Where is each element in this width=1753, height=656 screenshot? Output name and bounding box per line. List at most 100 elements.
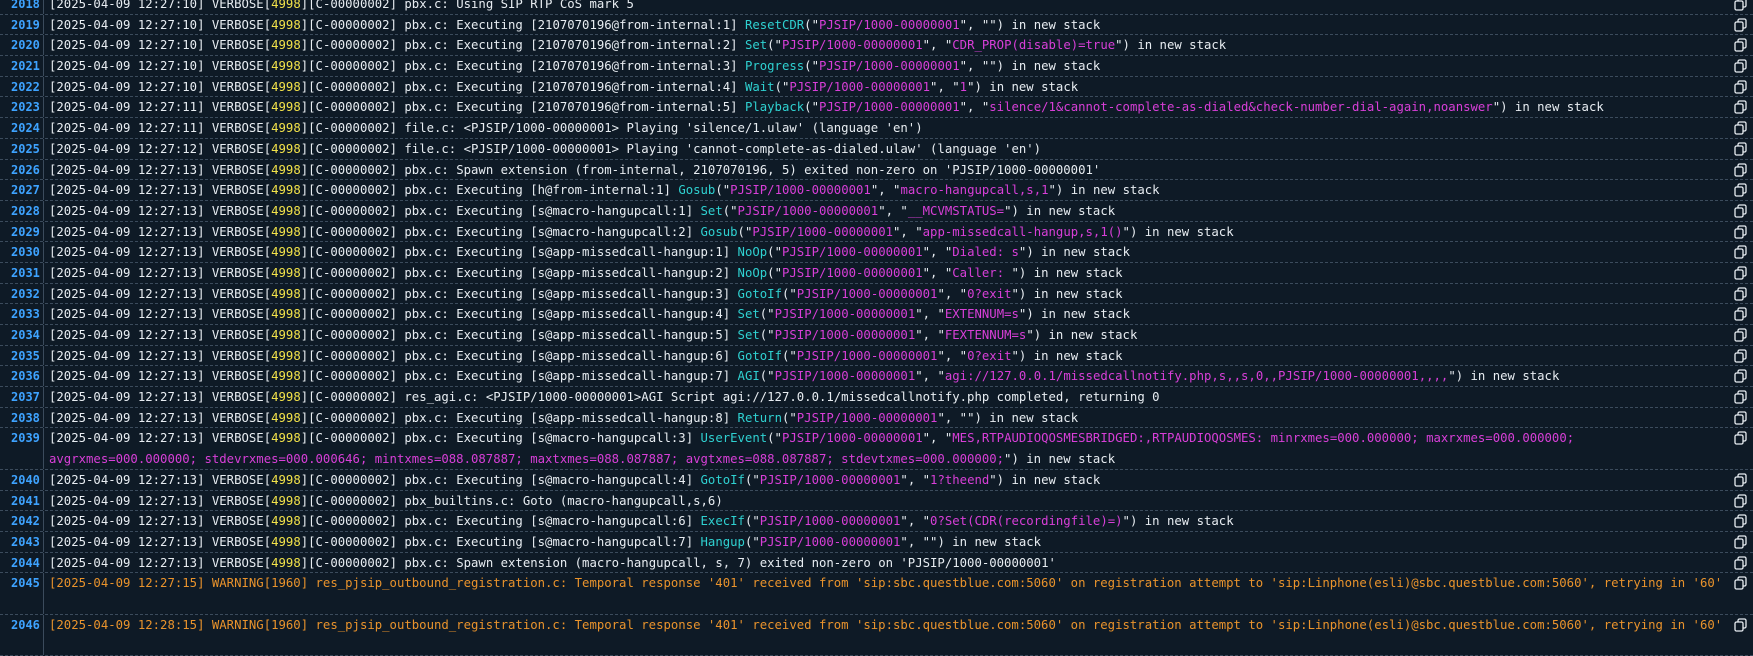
copy-icon[interactable] — [1734, 349, 1747, 363]
copy-icon[interactable] — [1734, 431, 1747, 446]
copy-icon[interactable] — [1734, 493, 1747, 508]
copy-icon[interactable] — [1734, 411, 1747, 425]
copy-button[interactable] — [1725, 470, 1753, 490]
copy-icon[interactable] — [1734, 245, 1747, 259]
line-number: 2038 — [0, 407, 44, 428]
log-pid: 4998 — [271, 0, 301, 11]
log-text: ][C-00000002] pbx.c: Executing [s@app-mi… — [300, 369, 738, 384]
copy-button[interactable] — [1725, 532, 1753, 552]
log-pid: 4998 — [271, 38, 301, 53]
copy-button[interactable] — [1725, 366, 1753, 386]
log-text: ][C-00000002] pbx.c: Executing [21070701… — [300, 79, 745, 94]
copy-button[interactable] — [1725, 408, 1753, 428]
copy-icon[interactable] — [1734, 535, 1747, 549]
copy-icon[interactable] — [1734, 18, 1747, 32]
copy-button[interactable] — [1725, 118, 1753, 138]
copy-icon[interactable] — [1734, 0, 1747, 11]
copy-button[interactable] — [1725, 97, 1753, 117]
log-argument: PJSIP/1000-00000001 — [759, 472, 901, 487]
copy-icon[interactable] — [1734, 224, 1747, 239]
log-argument: PJSIP/1000-00000001 — [759, 514, 901, 529]
log-text: ", "") in new stack — [937, 410, 1079, 425]
copy-icon[interactable] — [1734, 266, 1747, 280]
log-text: ", "") in new stack — [900, 534, 1042, 549]
copy-button[interactable] — [1725, 222, 1753, 242]
log-text: [2025-04-09 12:27:13] VERBOSE[ — [49, 431, 272, 446]
copy-icon[interactable] — [1734, 618, 1747, 632]
copy-button[interactable] — [1725, 139, 1753, 159]
copy-icon[interactable] — [1734, 121, 1747, 135]
copy-button[interactable] — [1725, 77, 1753, 97]
copy-button[interactable] — [1725, 35, 1753, 55]
copy-icon[interactable] — [1734, 307, 1747, 321]
log-argument: 0?exit — [967, 286, 1012, 301]
copy-button[interactable] — [1725, 511, 1753, 531]
log-argument: PJSIP/1000-00000001 — [737, 203, 879, 218]
copy-button[interactable] — [1725, 491, 1753, 511]
copy-button[interactable] — [1725, 553, 1753, 573]
copy-icon[interactable] — [1734, 576, 1747, 590]
log-pid: 4998 — [271, 493, 301, 508]
copy-icon[interactable] — [1734, 162, 1747, 177]
log-text: ", " — [915, 369, 945, 384]
copy-button[interactable] — [1725, 284, 1753, 304]
copy-button[interactable] — [1725, 0, 1753, 14]
copy-button[interactable] — [1725, 325, 1753, 345]
log-text: (" — [804, 17, 819, 32]
log-text: ", " — [870, 183, 901, 198]
log-line: 2036 [2025-04-09 12:27:13] VERBOSE[4998][… — [0, 366, 1753, 388]
copy-icon[interactable] — [1734, 473, 1747, 487]
copy-icon[interactable] — [1734, 286, 1747, 301]
copy-button[interactable] — [1725, 180, 1753, 200]
copy-button[interactable] — [1725, 56, 1753, 76]
copy-icon[interactable] — [1734, 100, 1747, 115]
log-text: [2025-04-09 12:27:13] VERBOSE[ — [49, 369, 272, 384]
copy-icon[interactable] — [1734, 38, 1747, 53]
copy-icon[interactable] — [1734, 204, 1747, 218]
copy-button[interactable] — [1725, 428, 1753, 468]
log-message: [2025-04-09 12:27:13] VERBOSE[4998][C-00… — [44, 304, 1725, 324]
log-text: ][C-00000002] pbx.c: Spawn extension (fr… — [300, 162, 1101, 177]
copy-icon[interactable] — [1734, 390, 1747, 404]
copy-button[interactable] — [1725, 160, 1753, 180]
line-number: 2025 — [0, 138, 44, 159]
copy-icon[interactable] — [1734, 514, 1747, 528]
log-line: 2027 [2025-04-09 12:27:13] VERBOSE[4998][… — [0, 180, 1753, 201]
log-text: ") in new stack — [1004, 203, 1116, 218]
log-text: ][C-00000002] pbx.c: Executing [21070701… — [300, 100, 745, 115]
copy-icon[interactable] — [1734, 59, 1747, 73]
log-pid: 4998 — [271, 141, 301, 156]
copy-button[interactable] — [1725, 242, 1753, 262]
log-text: (" — [781, 348, 797, 363]
copy-button[interactable] — [1725, 15, 1753, 35]
log-line: 2022 [2025-04-09 12:27:10] VERBOSE[4998][… — [0, 76, 1753, 98]
copy-button[interactable] — [1725, 263, 1753, 283]
log-pid: 4998 — [271, 265, 301, 280]
copy-button[interactable] — [1725, 573, 1753, 613]
copy-button[interactable] — [1725, 304, 1753, 324]
log-argument: PJSIP/1000-00000001 — [774, 328, 916, 342]
log-argument: PJSIP/1000-00000001 — [730, 183, 871, 198]
copy-icon[interactable] — [1734, 369, 1747, 384]
log-text: [2025-04-09 12:27:13] VERBOSE[ — [49, 555, 272, 570]
copy-button[interactable] — [1725, 201, 1753, 221]
copy-button[interactable] — [1725, 346, 1753, 366]
log-argument: PJSIP/1000-00000001 — [789, 79, 931, 94]
log-message: [2025-04-09 12:27:10] VERBOSE[4998][C-00… — [44, 15, 1725, 35]
log-argument: macro-hangupcall,s,1 — [900, 183, 1049, 198]
copy-icon[interactable] — [1734, 80, 1747, 94]
log-message: [2025-04-09 12:27:11] VERBOSE[4998][C-00… — [44, 97, 1725, 117]
copy-button[interactable] — [1725, 387, 1753, 407]
log-text: ") in new stack — [1011, 265, 1123, 280]
copy-button[interactable] — [1725, 615, 1753, 655]
log-line: 2038 [2025-04-09 12:27:13] VERBOSE[4998][… — [0, 407, 1753, 429]
copy-icon[interactable] — [1734, 555, 1747, 570]
log-argument: PJSIP/1000-00000001 — [774, 307, 916, 322]
log-argument: EXTENNUM=s — [944, 307, 1019, 322]
log-line: 2034 [2025-04-09 12:27:13] VERBOSE[4998][… — [0, 325, 1753, 346]
log-argument: 1 — [959, 79, 968, 94]
copy-icon[interactable] — [1734, 183, 1747, 197]
line-number: 2024 — [0, 118, 44, 138]
copy-icon[interactable] — [1734, 142, 1747, 156]
copy-icon[interactable] — [1734, 328, 1747, 342]
